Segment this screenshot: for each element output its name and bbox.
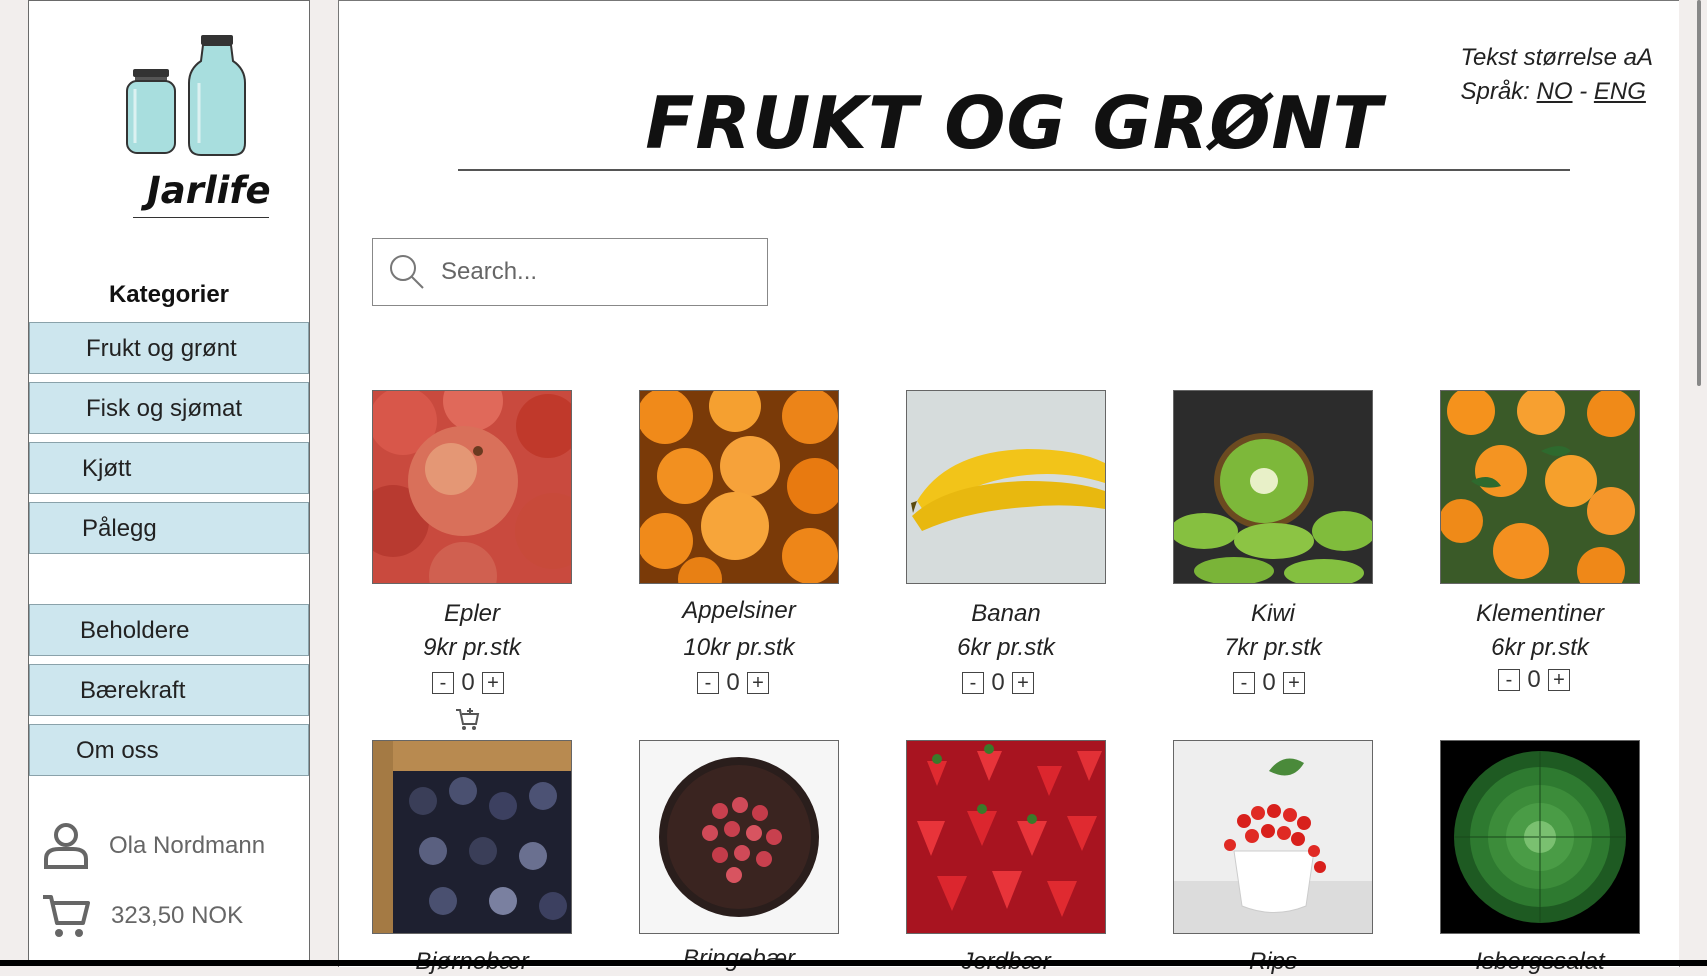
decrease-button[interactable]: -: [697, 672, 719, 694]
sidebar: Jarlife Kategorier Frukt og grønt Fisk o…: [28, 0, 310, 961]
increase-button[interactable]: +: [747, 672, 769, 694]
increase-button[interactable]: +: [1283, 672, 1305, 694]
product-image[interactable]: [1173, 740, 1373, 934]
increase-button[interactable]: +: [1548, 669, 1570, 691]
product-name: Banan: [971, 600, 1041, 627]
text-size-toggle[interactable]: Tekst størrelse aA: [1460, 41, 1653, 75]
product-card-epler[interactable]: Epler 9kr pr.stk - 0 +: [372, 390, 572, 730]
user-icon: [44, 823, 88, 869]
quantity-stepper: - 0 +: [1434, 666, 1634, 694]
increase-button[interactable]: +: [482, 672, 504, 694]
brand-name: Jarlife: [147, 169, 271, 212]
cart-summary[interactable]: 323,50 NOK: [41, 891, 243, 941]
product-price: 7kr pr.stk: [1224, 634, 1322, 661]
scrollbar[interactable]: [1679, 0, 1707, 960]
product-card-bjornebaer[interactable]: Bjørnebær: [372, 740, 572, 975]
product-name: Epler: [443, 600, 501, 627]
product-name: Appelsiner: [682, 597, 796, 624]
quantity-stepper: - 0 +: [898, 669, 1098, 697]
product-image[interactable]: [1173, 390, 1373, 584]
quantity-stepper: - 0 +: [633, 669, 833, 697]
quantity-value: 0: [726, 669, 740, 696]
user-profile[interactable]: Ola Nordmann: [41, 821, 265, 871]
product-card-isbergssalat[interactable]: Isbergssalat: [1440, 740, 1640, 975]
sidebar-item-label: Frukt og grønt: [86, 335, 237, 362]
quantity-value: 0: [1527, 666, 1541, 693]
product-image[interactable]: [639, 390, 839, 584]
product-price: 6kr pr.stk: [957, 634, 1055, 661]
sidebar-item-beholdere[interactable]: Beholdere: [29, 604, 309, 656]
sidebar-item-label: Om oss: [76, 737, 159, 764]
lang-eng-link[interactable]: ENG: [1594, 78, 1646, 105]
title-divider: [458, 169, 1570, 171]
decrease-button[interactable]: -: [432, 672, 454, 694]
sidebar-item-label: Pålegg: [82, 515, 157, 542]
user-name: Ola Nordmann: [109, 832, 266, 859]
search-icon: [390, 255, 424, 289]
product-card-klementiner[interactable]: Klementiner 6kr pr.stk - 0 +: [1440, 390, 1640, 693]
brand-logo[interactable]: Jarlife: [107, 31, 277, 231]
sidebar-item-label: Beholdere: [80, 617, 190, 644]
product-name: Kiwi: [1250, 600, 1295, 627]
quantity-value: 0: [991, 669, 1005, 696]
page-title: FRUKT OG GRØNT: [645, 81, 1383, 165]
sidebar-item-fisk-og-sjomat[interactable]: Fisk og sjømat: [29, 382, 309, 434]
add-to-cart-icon[interactable]: [454, 706, 480, 732]
product-image[interactable]: [372, 390, 572, 584]
scrollbar-thumb[interactable]: [1697, 0, 1701, 386]
product-card-rips[interactable]: Rips: [1173, 740, 1373, 975]
increase-button[interactable]: +: [1012, 672, 1034, 694]
product-name: Bringebær: [682, 945, 796, 972]
product-image[interactable]: [906, 740, 1106, 934]
decrease-button[interactable]: -: [1498, 669, 1520, 691]
cart-total: 323,50 NOK: [111, 902, 244, 929]
sidebar-item-baerekraft[interactable]: Bærekraft: [29, 664, 309, 716]
quantity-stepper: - 0 +: [368, 669, 568, 697]
product-card-kiwi[interactable]: Kiwi 7kr pr.stk - 0 +: [1173, 390, 1373, 696]
product-image[interactable]: [906, 390, 1106, 584]
sidebar-item-label: Bærekraft: [80, 677, 186, 704]
product-image[interactable]: [372, 740, 572, 934]
product-price: 9kr pr.stk: [423, 634, 521, 661]
search-placeholder: Search...: [441, 258, 538, 285]
search-input[interactable]: Search...: [372, 238, 768, 306]
sidebar-item-label: Fisk og sjømat: [86, 395, 243, 422]
product-name: Klementiner: [1475, 600, 1605, 627]
quantity-value: 0: [1262, 669, 1276, 696]
sidebar-item-kjott[interactable]: Kjøtt: [29, 442, 309, 494]
sidebar-item-label: Kjøtt: [82, 455, 132, 482]
product-image[interactable]: [639, 740, 839, 934]
product-card-banan[interactable]: Banan 6kr pr.stk - 0 +: [906, 390, 1106, 696]
product-price: 10kr pr.stk: [683, 634, 795, 661]
decrease-button[interactable]: -: [962, 672, 984, 694]
product-card-bringebaer[interactable]: Bringebær: [639, 740, 839, 972]
sidebar-item-om-oss[interactable]: Om oss: [29, 724, 309, 776]
product-card-appelsiner[interactable]: Appelsiner 10kr pr.stk - 0 +: [639, 390, 839, 696]
product-price: 6kr pr.stk: [1491, 634, 1589, 661]
quantity-value: 0: [461, 669, 475, 696]
product-card-jordbaer[interactable]: Jordbær: [906, 740, 1106, 975]
decrease-button[interactable]: -: [1233, 672, 1255, 694]
product-image[interactable]: [1440, 390, 1640, 584]
quantity-stepper: - 0 +: [1169, 669, 1369, 697]
main-content: Tekst størrelse aA Språk: NO - ENG FRUKT…: [338, 0, 1680, 975]
brand-underline: [133, 217, 269, 218]
product-image[interactable]: [1440, 740, 1640, 934]
lang-separator: -: [1579, 78, 1588, 105]
cart-icon: [43, 895, 90, 937]
categories-title: Kategorier: [108, 281, 230, 308]
sidebar-item-frukt-og-gront[interactable]: Frukt og grønt: [29, 322, 309, 374]
sidebar-item-palegg[interactable]: Pålegg: [29, 502, 309, 554]
screen-bottom-edge: [0, 960, 1707, 966]
